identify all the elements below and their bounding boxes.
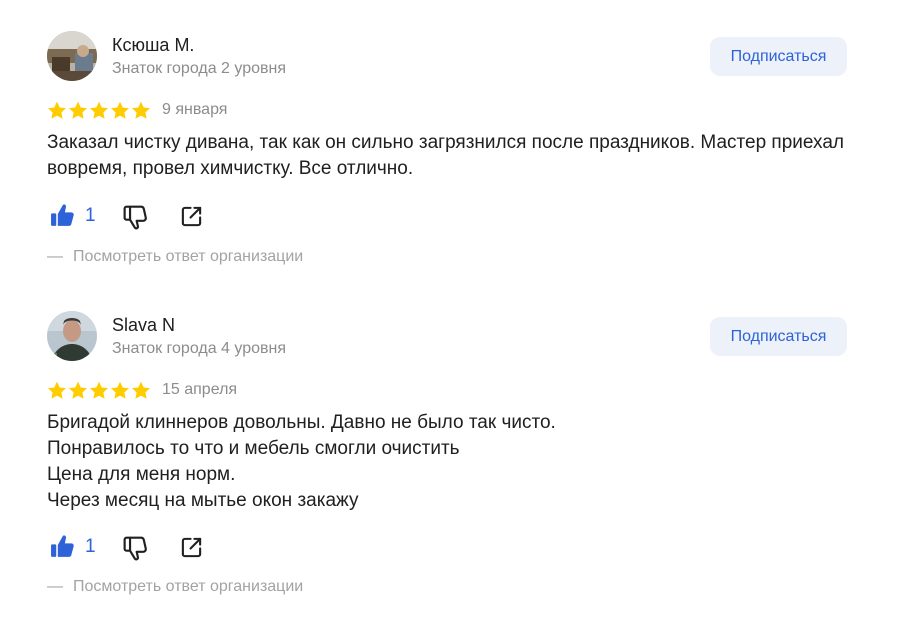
author-name[interactable]: Ксюша М. — [112, 35, 194, 56]
view-org-answer-link[interactable]: — Посмотреть ответ организации — [47, 578, 303, 596]
rating-stars — [47, 101, 151, 120]
avatar[interactable] — [47, 31, 97, 81]
thumbs-down-icon — [123, 536, 147, 561]
review-text: Заказал чистку дивана, так как он сильно… — [47, 132, 844, 179]
like-count: 1 — [85, 204, 96, 226]
star-icon — [47, 101, 67, 119]
author-level: Знаток города 4 уровня — [112, 340, 287, 357]
dash-separator: — — [47, 578, 63, 595]
like-button[interactable]: 1 — [50, 534, 96, 559]
subscribe-button[interactable]: Подписаться — [710, 317, 847, 356]
star-icon — [68, 381, 88, 399]
avatar[interactable] — [47, 311, 97, 361]
star-icon — [110, 381, 130, 399]
org-answer-label: Посмотреть ответ организации — [73, 248, 304, 265]
like-count: 1 — [85, 535, 96, 557]
thumbs-up-icon — [51, 204, 74, 226]
share-icon — [181, 206, 202, 227]
share-button[interactable] — [180, 536, 203, 564]
thumbs-up-icon — [51, 535, 74, 557]
star-icon — [131, 101, 151, 119]
org-answer-label: Посмотреть ответ организации — [73, 578, 304, 595]
subscribe-button[interactable]: Подписаться — [710, 37, 847, 76]
rating-stars — [47, 381, 151, 400]
author-level: Знаток города 2 уровня — [112, 60, 287, 77]
like-button[interactable]: 1 — [50, 203, 96, 228]
star-icon — [110, 101, 130, 119]
star-icon — [89, 101, 109, 119]
star-icon — [47, 381, 67, 399]
dislike-button[interactable] — [123, 535, 149, 566]
review-date: 9 января — [162, 101, 228, 118]
share-button[interactable] — [180, 205, 203, 233]
star-icon — [131, 381, 151, 399]
share-icon — [181, 537, 202, 558]
review-date: 15 апреля — [162, 381, 238, 398]
review-text: Бригадой клиннеров довольны. Давно не бы… — [47, 412, 556, 511]
dislike-button[interactable] — [123, 204, 149, 235]
view-org-answer-link[interactable]: — Посмотреть ответ организации — [47, 248, 303, 266]
author-name[interactable]: Slava N — [112, 315, 175, 336]
dash-separator: — — [47, 248, 63, 265]
star-icon — [89, 381, 109, 399]
star-icon — [68, 101, 88, 119]
thumbs-down-icon — [123, 205, 147, 230]
